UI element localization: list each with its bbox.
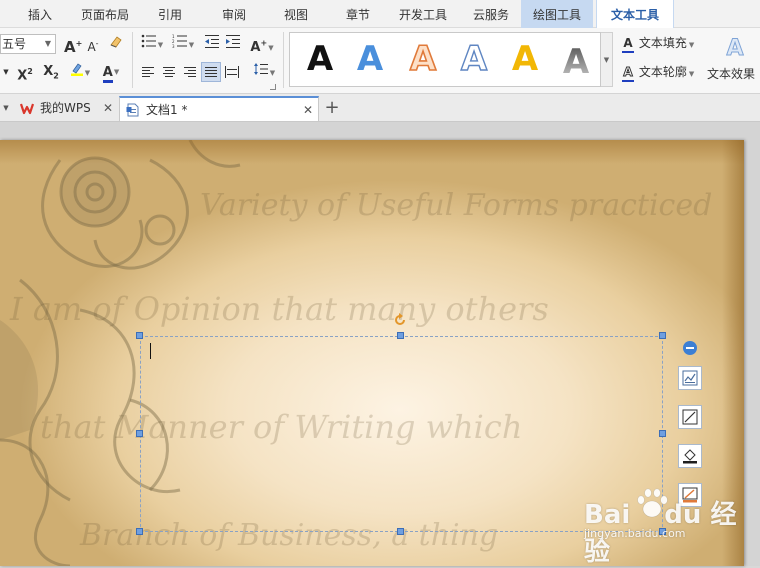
tab-cloud-services[interactable]: 云服务 (464, 0, 518, 28)
new-tab-plus-icon[interactable]: + (323, 94, 341, 122)
resize-handle-left[interactable] (136, 430, 143, 437)
tab-text-tools[interactable]: 文本工具 (596, 0, 674, 28)
close-icon[interactable]: ✕ (103, 96, 113, 121)
distributed-align-icon[interactable] (223, 63, 241, 81)
increase-indent-icon[interactable] (224, 34, 242, 54)
grow-font-icon[interactable]: A+ (64, 34, 82, 56)
chevron-down-icon: ▼ (44, 39, 51, 48)
font-color-icon: A (102, 65, 113, 83)
text-style-orange-outline[interactable]: A (403, 35, 443, 83)
tab-my-wps[interactable]: 我的WPS ✕ (14, 96, 118, 121)
collapse-toolbar-icon[interactable] (683, 341, 697, 355)
tab-scroll-left-icon[interactable]: ▼ (0, 94, 12, 122)
layout-options-icon (682, 370, 698, 386)
shrink-font-icon[interactable]: A- (85, 34, 101, 54)
wps-logo-icon (20, 103, 34, 115)
svg-text:3: 3 (172, 44, 175, 48)
gallery-more-button[interactable]: ▼ (601, 32, 613, 87)
paragraph-settings-launcher[interactable] (270, 84, 276, 90)
baidu-watermark: Bai du 经验 jingyan.baidu.com (584, 488, 754, 567)
resize-handle-bottom-left[interactable] (136, 528, 143, 535)
background-script-text: Variety of Useful Forms practiced (200, 188, 713, 223)
resize-handle-top-right[interactable] (659, 332, 666, 339)
tab-label: 文档1 * (146, 103, 188, 117)
document-icon (126, 103, 139, 117)
gray-gradient-glyph: A (563, 42, 590, 82)
font-size-value: 五号 (2, 37, 27, 51)
text-outline-label: 文本轮廓 (638, 65, 687, 79)
text-outline-icon: A (621, 63, 635, 82)
numbered-list-button[interactable]: 1 2 3 ▼ (170, 34, 196, 54)
font-size-select[interactable]: 五号 ▼ (0, 34, 56, 54)
bullet-list-icon (141, 34, 156, 48)
tab-references[interactable]: 引用 (146, 0, 194, 28)
tab-label: 我的WPS (40, 101, 91, 115)
superscript-icon[interactable]: X2 (14, 62, 36, 83)
align-right-icon[interactable] (181, 63, 199, 81)
gray-gradient-a-icon: A (563, 42, 590, 82)
resize-handle-right[interactable] (659, 430, 666, 437)
highlighter-icon (70, 62, 84, 76)
page-top-shading (0, 140, 744, 164)
text-fill-button[interactable]: A 文本填充 ▼ (621, 34, 694, 53)
text-style-blue[interactable]: A (350, 35, 390, 83)
text-effect-button[interactable]: 文本效果 (707, 66, 760, 82)
resize-handle-top-left[interactable] (136, 332, 143, 339)
text-outline-button[interactable]: A 文本轮廓 ▼ (621, 63, 694, 82)
text-fill-icon: A (621, 34, 635, 53)
tab-developer-tools[interactable]: 开发工具 (390, 0, 456, 28)
separator (132, 32, 133, 88)
text-style-gray-gradient[interactable]: A (556, 35, 596, 83)
background-script-text: I am of Opinion that many others (10, 290, 549, 328)
line-spacing-icon (253, 63, 268, 75)
resize-handle-bottom[interactable] (397, 528, 404, 535)
tab-document-1[interactable]: 文档1 * ✕ (119, 96, 319, 121)
text-cursor (150, 343, 151, 359)
resize-handle-top[interactable] (397, 332, 404, 339)
line-spacing-button[interactable]: ▼ (250, 62, 278, 82)
align-left-icon[interactable] (139, 63, 157, 81)
rotate-handle-icon[interactable] (393, 313, 407, 327)
shape-style-button[interactable] (678, 405, 702, 429)
layout-options-button[interactable] (678, 366, 702, 390)
subscript-icon[interactable]: X2 (40, 62, 62, 82)
font-color-button[interactable]: A▼ (97, 62, 125, 83)
tab-insert[interactable]: 插入 (14, 0, 66, 28)
text-fill-label: 文本填充 (638, 36, 687, 50)
tab-drawing-tools[interactable]: 绘图工具 (521, 0, 593, 28)
shape-style-icon (682, 409, 698, 425)
watermark-url: jingyan.baidu.com (584, 527, 686, 540)
decrease-indent-icon[interactable] (203, 34, 221, 54)
align-center-icon[interactable] (160, 63, 178, 81)
bullet-list-button[interactable]: ▼ (139, 34, 165, 54)
text-style-yellow[interactable]: A (505, 35, 545, 83)
tab-page-layout[interactable]: 页面布局 (70, 0, 140, 28)
separator (283, 32, 284, 88)
tab-view[interactable]: 视图 (270, 0, 322, 28)
numbered-list-icon: 123 (172, 34, 187, 49)
chevron-down-icon[interactable]: ▼ (2, 62, 10, 82)
align-justify-icon[interactable] (201, 62, 221, 82)
text-direction-button[interactable]: A+▼ (248, 34, 276, 56)
text-style-gallery: A A A A A A (289, 32, 601, 87)
text-style-black[interactable]: A (300, 35, 340, 83)
tab-review[interactable]: 审阅 (208, 0, 260, 28)
document-tab-bar: ▼ 我的WPS ✕ 文档1 * ✕ + (0, 94, 760, 122)
tab-chapter[interactable]: 章节 (332, 0, 384, 28)
highlight-color-button[interactable]: ▼ (66, 62, 94, 82)
paint-bucket-icon (683, 449, 697, 464)
text-direction-icon: A+ (250, 39, 268, 56)
text-effect-icon[interactable]: A (724, 36, 746, 62)
text-style-blue-outline[interactable]: A (454, 35, 494, 83)
ribbon-tab-bar: 插入 页面布局 引用 审阅 视图 章节 开发工具 云服务 绘图工具 文本工具 (0, 0, 760, 28)
shape-fill-button[interactable] (678, 444, 702, 468)
document-canvas: Variety of Useful Forms practiced I am o… (0, 122, 760, 567)
clear-format-icon[interactable] (107, 34, 125, 54)
close-icon[interactable]: ✕ (303, 98, 313, 123)
paw-logo-icon (637, 488, 668, 518)
ribbon-toolbar: 五号 ▼ A+ A- ▼ X2 X2 ▼ A▼ ▼ 1 2 3 ▼ A+▼ ▼ … (0, 28, 760, 94)
